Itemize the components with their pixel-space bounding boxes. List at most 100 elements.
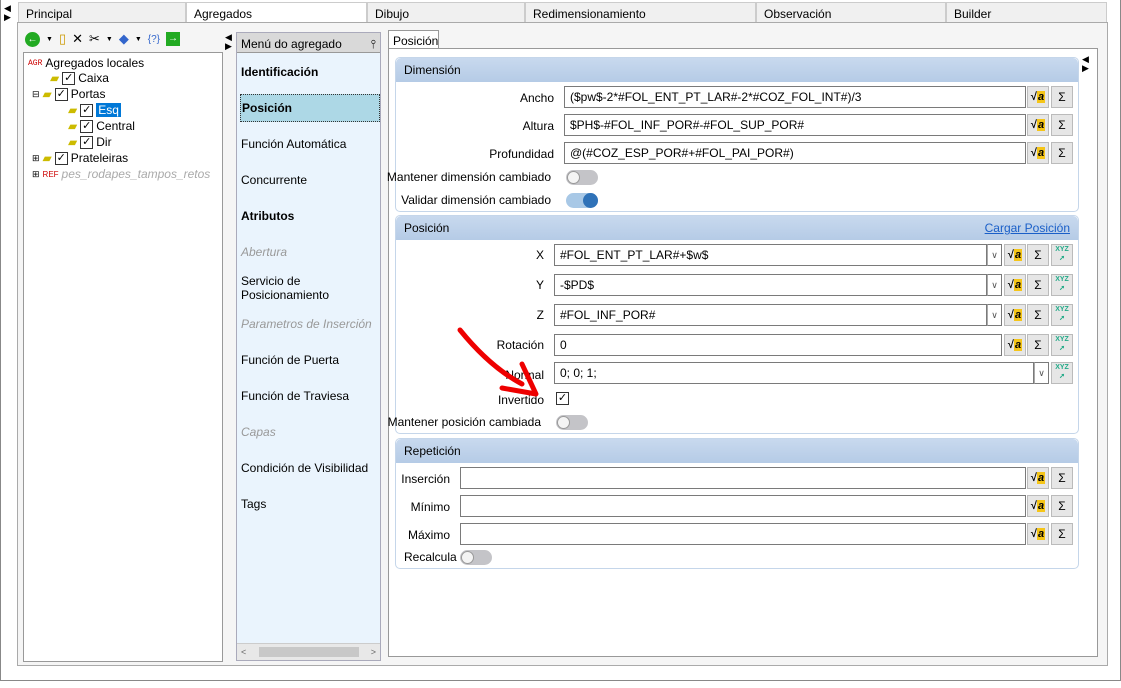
maximo-input[interactable] xyxy=(460,523,1026,545)
tree-item-central[interactable]: Central xyxy=(96,119,135,133)
sum-button[interactable]: Σ xyxy=(1051,86,1073,108)
menu-item[interactable]: Posición xyxy=(240,94,380,122)
tab-principal[interactable]: Principal xyxy=(18,2,186,22)
xyz-button[interactable]: XYZ ➚ xyxy=(1051,362,1073,384)
mantener-posicion-toggle[interactable] xyxy=(556,415,588,430)
sum-button[interactable]: Σ xyxy=(1051,495,1073,517)
menu-item[interactable]: Abertura xyxy=(240,238,380,266)
tree-item-prateleiras[interactable]: Prateleiras xyxy=(71,151,128,165)
horizontal-scrollbar[interactable]: < > xyxy=(237,643,380,660)
sum-button[interactable]: Σ xyxy=(1027,244,1049,266)
xyz-button[interactable]: XYZ ➚ xyxy=(1051,274,1073,296)
dropdown-icon[interactable]: ▼ xyxy=(46,36,53,43)
tab-observacion[interactable]: Observación xyxy=(756,2,946,22)
menu-item[interactable]: Parametros de Inserción xyxy=(240,310,380,338)
tree-item-portas[interactable]: Portas xyxy=(71,87,106,101)
z-input[interactable]: #FOL_INF_POR# xyxy=(554,304,987,326)
checkbox[interactable]: ✓ xyxy=(80,103,94,117)
sum-button[interactable]: Σ xyxy=(1027,304,1049,326)
formula-button[interactable]: √a xyxy=(1027,495,1049,517)
tab-dibujo[interactable]: Dibujo xyxy=(367,2,525,22)
collapse-arrows-icon[interactable]: ◀ ▶ xyxy=(4,4,11,22)
splitter-arrows-icon[interactable]: ◀ ▶ xyxy=(225,33,232,51)
sum-button[interactable]: Σ xyxy=(1051,114,1073,136)
formula-button[interactable]: √a xyxy=(1004,244,1026,266)
x-input[interactable]: #FOL_ENT_PT_LAR#+$w$ xyxy=(554,244,987,266)
query-icon[interactable]: {?} xyxy=(148,34,160,45)
tree-toolbar: ← ▼ ▯ ✕ ✂ ▼ ◆ ▼ {?} → xyxy=(25,31,181,47)
cargar-posicion-link[interactable]: Cargar Posición xyxy=(985,221,1070,235)
minimo-input[interactable] xyxy=(460,495,1026,517)
formula-button[interactable]: √a xyxy=(1004,334,1026,356)
dropdown-icon[interactable]: ∨ xyxy=(987,304,1002,326)
tab-agregados[interactable]: Agregados xyxy=(186,2,367,23)
go-icon[interactable]: → xyxy=(166,32,181,46)
sum-button[interactable]: Σ xyxy=(1051,523,1073,545)
ancho-input[interactable]: ($pw$-2*#FOL_ENT_PT_LAR#-2*#COZ_FOL_INT#… xyxy=(564,86,1026,108)
expand-icon[interactable]: ⊞ xyxy=(32,153,40,164)
move-down-icon[interactable]: ◆ xyxy=(119,31,129,47)
menu-item[interactable]: Tags xyxy=(240,490,380,518)
sum-button[interactable]: Σ xyxy=(1051,142,1073,164)
xyz-button[interactable]: XYZ ➚ xyxy=(1051,244,1073,266)
back-icon[interactable]: ← xyxy=(25,31,40,47)
formula-button[interactable]: √a xyxy=(1027,142,1049,164)
tree-root[interactable]: Agregados locales xyxy=(45,56,144,70)
rot-input[interactable]: 0 xyxy=(554,334,1002,356)
menu-item[interactable]: Atributos xyxy=(240,202,380,230)
menu-item[interactable]: Identificación xyxy=(240,58,380,86)
checkbox[interactable]: ✓ xyxy=(80,135,94,149)
dropdown-icon[interactable]: ▼ xyxy=(106,36,113,43)
invertido-checkbox[interactable]: ✓ xyxy=(556,392,569,405)
tree-item-ref[interactable]: pes_rodapes_tampos_retos xyxy=(62,167,211,181)
expand-icon[interactable]: ⊞ xyxy=(32,169,40,180)
splitter-arrows-icon[interactable]: ◀ ▶ xyxy=(1082,55,1089,73)
menu-item[interactable]: Concurrente xyxy=(240,166,380,194)
tree-item-esq[interactable]: Esq xyxy=(96,103,121,117)
menu-item[interactable]: Capas xyxy=(240,418,380,446)
dropdown-icon[interactable]: ▼ xyxy=(135,36,142,43)
label: Máximo xyxy=(407,528,450,542)
tab-posicion[interactable]: Posición xyxy=(388,30,439,49)
profundidad-input[interactable]: @(#COZ_ESP_POR#+#FOL_PAI_POR#) xyxy=(564,142,1026,164)
cut-icon[interactable]: ✂ xyxy=(89,31,100,47)
formula-button[interactable]: √a xyxy=(1004,304,1026,326)
new-icon[interactable]: ▯ xyxy=(59,31,66,47)
dropdown-icon[interactable]: ∨ xyxy=(1034,362,1049,384)
sum-button[interactable]: Σ xyxy=(1027,274,1049,296)
sum-button[interactable]: Σ xyxy=(1027,334,1049,356)
menu-item[interactable]: Función de Traviesa xyxy=(240,382,380,410)
tab-builder[interactable]: Builder xyxy=(946,2,1107,22)
collapse-icon[interactable]: ⊟ xyxy=(32,89,40,100)
menu-item[interactable]: Función de Puerta xyxy=(240,346,380,374)
formula-button[interactable]: √a xyxy=(1027,467,1049,489)
tree-item-dir[interactable]: Dir xyxy=(96,135,111,149)
validar-dimension-toggle[interactable] xyxy=(566,193,598,208)
insercion-input[interactable] xyxy=(460,467,1026,489)
dropdown-icon[interactable]: ∨ xyxy=(987,244,1002,266)
checkbox[interactable]: ✓ xyxy=(54,151,68,165)
formula-button[interactable]: √a xyxy=(1027,523,1049,545)
y-input[interactable]: -$PD$ xyxy=(554,274,987,296)
normal-combo[interactable]: 0; 0; 1; xyxy=(554,362,1034,384)
formula-button[interactable]: √a xyxy=(1027,86,1049,108)
menu-item[interactable]: Función Automática xyxy=(240,130,380,158)
altura-input[interactable]: $PH$-#FOL_INF_POR#-#FOL_SUP_POR# xyxy=(564,114,1026,136)
checkbox[interactable]: ✓ xyxy=(80,119,94,133)
tree-item-caixa[interactable]: Caixa xyxy=(78,71,109,85)
dropdown-icon[interactable]: ∨ xyxy=(987,274,1002,296)
recalcula-toggle[interactable] xyxy=(460,550,492,565)
delete-icon[interactable]: ✕ xyxy=(72,31,83,47)
xyz-button[interactable]: XYZ ➚ xyxy=(1051,334,1073,356)
formula-button[interactable]: √a xyxy=(1004,274,1026,296)
formula-button[interactable]: √a xyxy=(1027,114,1049,136)
checkbox[interactable]: ✓ xyxy=(62,71,76,85)
checkbox[interactable]: ✓ xyxy=(54,87,68,101)
mantener-dimension-toggle[interactable] xyxy=(566,170,598,185)
xyz-button[interactable]: XYZ ➚ xyxy=(1051,304,1073,326)
menu-item[interactable]: Servicio de Posicionamiento xyxy=(240,274,380,302)
tab-redimensionamiento[interactable]: Redimensionamiento xyxy=(525,2,756,22)
pin-icon[interactable]: ⫯ xyxy=(371,37,376,51)
sum-button[interactable]: Σ xyxy=(1051,467,1073,489)
menu-item[interactable]: Condición de Visibilidad xyxy=(240,454,380,482)
